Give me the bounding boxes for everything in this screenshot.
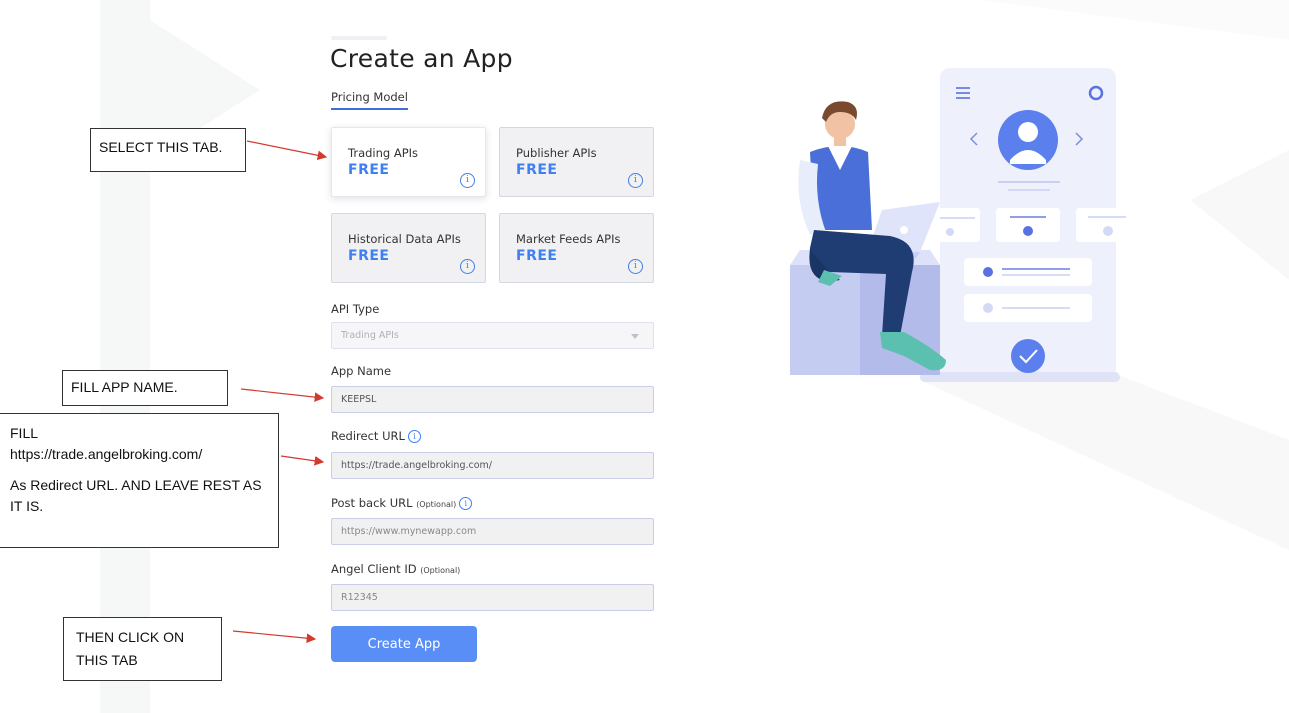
arrow-to-create-button xyxy=(232,630,317,643)
arrow-to-trading-card xyxy=(246,140,328,161)
annotation-arrows xyxy=(232,140,328,643)
arrow-to-app-name xyxy=(240,388,325,402)
arrow-to-redirect-url xyxy=(280,455,325,466)
